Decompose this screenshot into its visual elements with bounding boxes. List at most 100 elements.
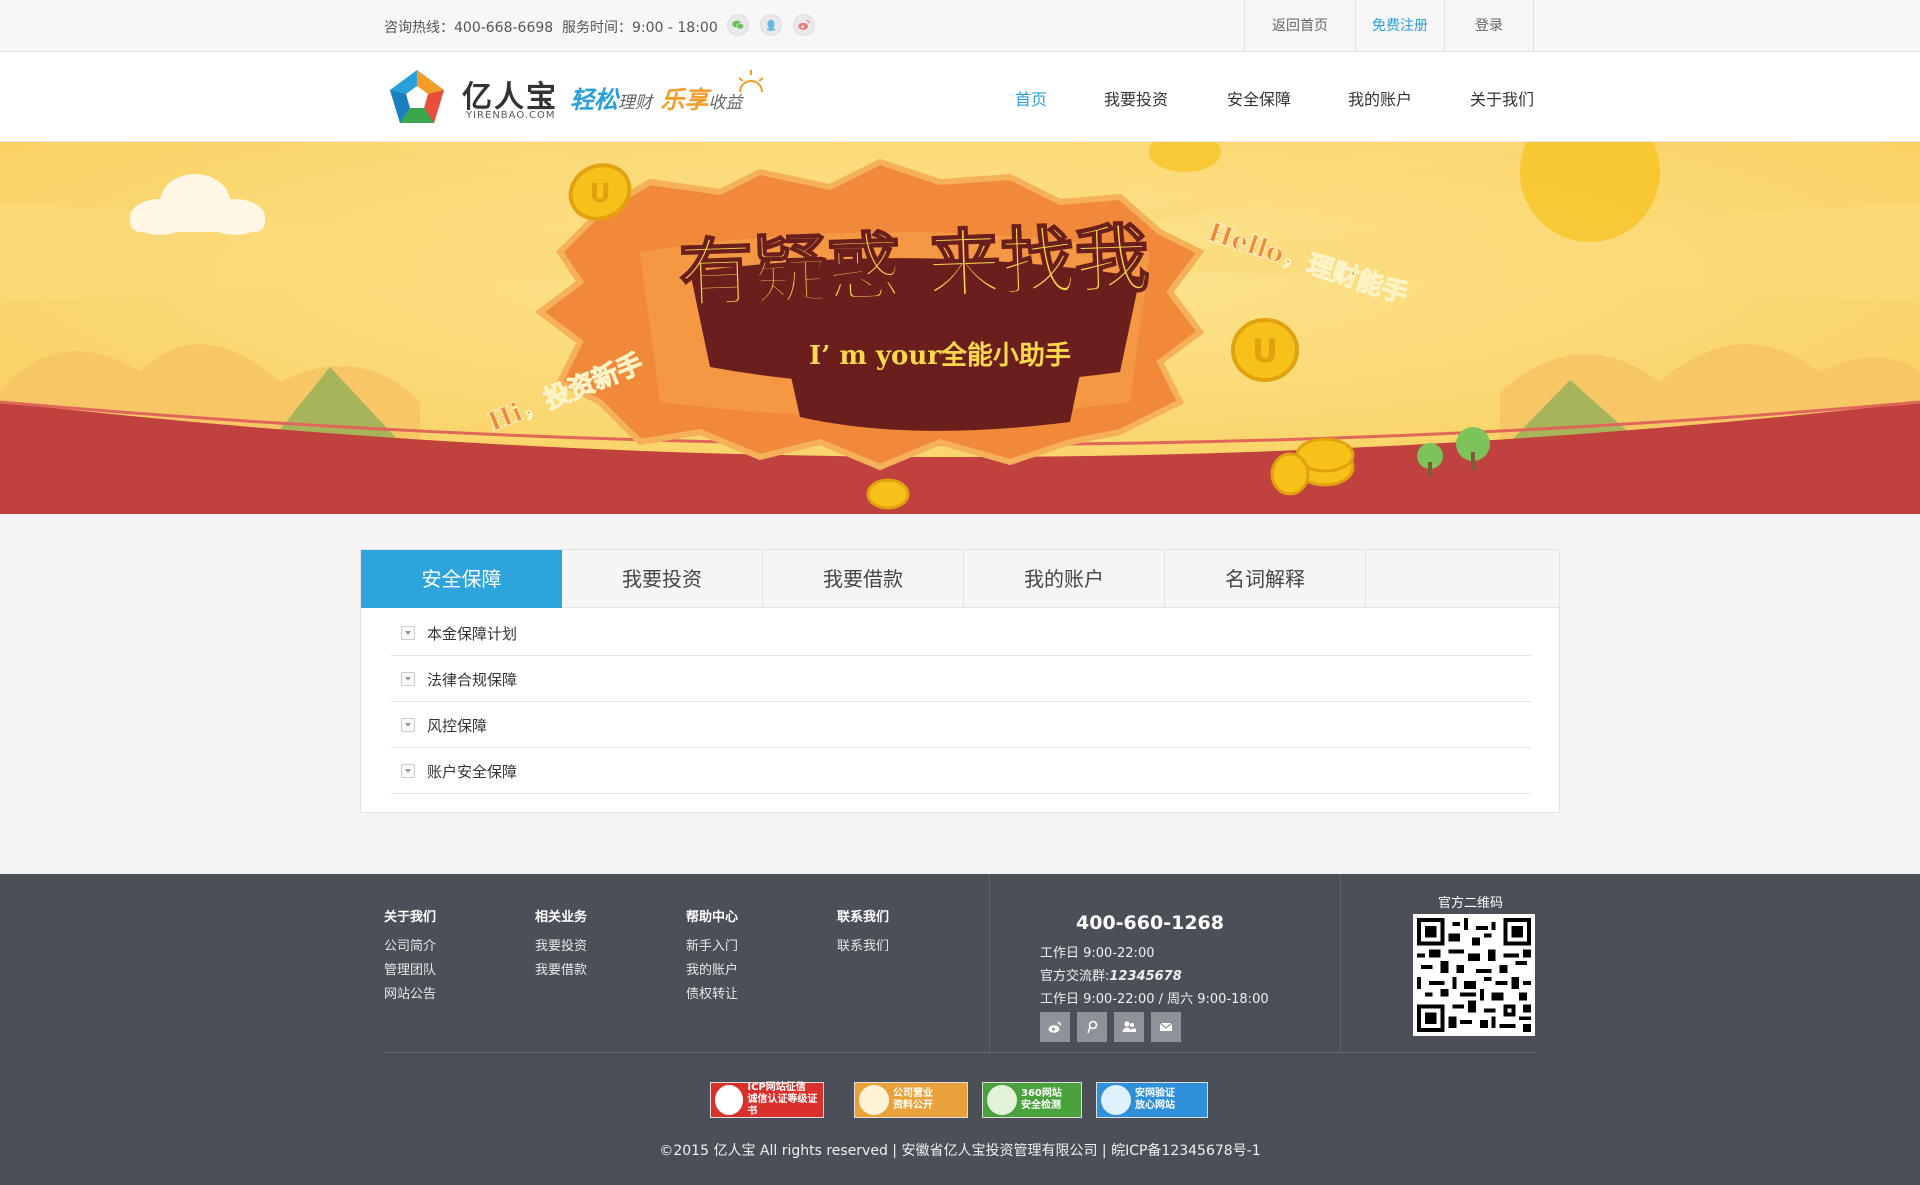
chevron-down-icon — [401, 764, 415, 778]
accordion-item-label: 账户安全保障 — [427, 763, 518, 781]
nav-account[interactable]: 我的账户 — [1348, 86, 1412, 110]
footer-link[interactable]: 我要投资 — [535, 935, 587, 959]
nav-about[interactable]: 关于我们 — [1470, 86, 1534, 110]
back-home-link[interactable]: 返回首页 — [1245, 0, 1356, 52]
badge-icp[interactable]: ICP网站征信 诚信认证等级证书 — [710, 1082, 824, 1118]
accordion-item-legal[interactable]: 法律合规保障 — [391, 656, 1531, 702]
footer-phone: 400-660-1268 — [1076, 912, 1224, 934]
svg-text:U: U — [589, 179, 610, 209]
footer-divider — [1340, 874, 1341, 1052]
sun-icon — [738, 70, 764, 93]
help-tabs: 安全保障 我要投资 我要借款 我的账户 名词解释 — [361, 550, 1559, 608]
slogan: 轻松理财 乐享收益 — [570, 80, 742, 115]
footer-link[interactable]: 新手入门 — [686, 935, 738, 959]
accordion-item-label: 本金保障计划 — [427, 625, 518, 643]
seal-icon — [715, 1085, 744, 1115]
site-header: 亿人宝 YIRENBAO.COM 轻松理财 乐享收益 首页 我要投资 安全保障 … — [0, 52, 1920, 142]
tencent-weibo-icon[interactable] — [1077, 1012, 1107, 1042]
footer-work-hours-full: 工作日 9:00-22:00 / 周六 9:00-18:00 — [1040, 992, 1269, 1007]
badge-line2: 安全检测 — [1021, 1100, 1061, 1111]
banner-illustration: 有疑惑 来找我 I’ m your全能小助手 Hi，投资新手 Hello，理财能… — [0, 142, 1920, 514]
footer-link[interactable]: 网站公告 — [384, 983, 436, 1007]
footer-col-title: 帮助中心 — [686, 910, 739, 925]
shield-icon — [1101, 1085, 1131, 1115]
accordion-item-label: 风控保障 — [427, 717, 488, 735]
nav-security[interactable]: 安全保障 — [1227, 86, 1291, 110]
tab-invest[interactable]: 我要投资 — [562, 550, 763, 608]
badge-line2: 放心网站 — [1135, 1100, 1175, 1111]
nav-invest[interactable]: 我要投资 — [1104, 86, 1168, 110]
magnifier-icon — [987, 1085, 1017, 1115]
footer-link[interactable]: 管理团队 — [384, 959, 436, 983]
footer-group-label: 官方交流群: — [1040, 969, 1110, 984]
tab-glossary[interactable]: 名词解释 — [1165, 550, 1366, 608]
footer-link[interactable]: 我要借款 — [535, 959, 587, 983]
chevron-down-icon — [401, 626, 415, 640]
qr-code — [1413, 914, 1535, 1036]
footer-col-title: 联系我们 — [837, 910, 890, 925]
qr-title: 官方二维码 — [1438, 896, 1504, 911]
badge-line1: 360网站 — [1021, 1088, 1062, 1099]
mail-icon[interactable] — [1151, 1012, 1181, 1042]
free-register-link[interactable]: 免费注册 — [1356, 0, 1445, 52]
footer-link[interactable]: 联系我们 — [837, 935, 889, 959]
svg-text:U: U — [1252, 332, 1278, 370]
footer-link[interactable]: 债权转让 — [686, 983, 738, 1007]
accordion-item-principal[interactable]: 本金保障计划 — [391, 610, 1531, 656]
footer-col-title: 相关业务 — [535, 910, 588, 925]
wechat-icon[interactable] — [727, 14, 749, 36]
footer-work-hours: 工作日 9:00-22:00 — [1040, 946, 1155, 961]
badge-business-info[interactable]: 公司营业 资料公开 — [854, 1082, 968, 1118]
qq-icon[interactable] — [760, 14, 782, 36]
footer-col-title: 关于我们 — [384, 910, 437, 925]
hotline-text: 咨询热线：400-668-6698 — [384, 20, 554, 36]
badge-line1: ICP网站征信 — [747, 1082, 806, 1093]
chevron-down-icon — [401, 718, 415, 732]
copyright: ©2015 亿人宝 All rights reserved | 安徽省亿人宝投资… — [659, 1143, 1261, 1159]
accordion-item-label: 法律合规保障 — [427, 671, 518, 689]
footer-col-about: 关于我们 公司简介 管理团队 网站公告 — [384, 906, 436, 1007]
badge-anwang[interactable]: 安网验证 放心网站 — [1096, 1082, 1208, 1118]
logo-icon[interactable] — [388, 68, 446, 126]
footer-link[interactable]: 公司简介 — [384, 935, 436, 959]
badge-icon — [859, 1085, 889, 1115]
tab-borrow[interactable]: 我要借款 — [763, 550, 964, 608]
top-links: 返回首页 免费注册 登录 — [1244, 0, 1534, 52]
footer-group: 官方交流群:12345678 — [1040, 965, 1182, 984]
badge-line1: 公司营业 — [893, 1088, 933, 1099]
banner-subline: I’ m your全能小助手 — [809, 340, 1071, 371]
logo-domain: YIRENBAO.COM — [466, 110, 556, 121]
nav-home[interactable]: 首页 — [1015, 86, 1047, 110]
service-hours-text: 服务时间：9:00 - 18:00 — [562, 20, 718, 36]
slogan-part-2: 理财 — [618, 93, 652, 113]
badge-line1: 安网验证 — [1135, 1088, 1175, 1099]
help-panel: 安全保障 我要投资 我要借款 我的账户 名词解释 本金保障计划 法律合规保障 风… — [360, 549, 1560, 813]
top-bar: 咨询热线：400-668-6698 服务时间：9:00 - 18:00 返回首页… — [0, 0, 1920, 52]
chevron-down-icon — [401, 672, 415, 686]
footer-link[interactable]: 我的账户 — [686, 959, 738, 983]
footer-col-contact: 联系我们 联系我们 — [837, 906, 889, 959]
users-icon[interactable] — [1114, 1012, 1144, 1042]
weibo-icon[interactable] — [793, 14, 815, 36]
accordion-item-risk[interactable]: 风控保障 — [391, 702, 1531, 748]
badge-line2: 诚信认证等级证书 — [747, 1094, 818, 1117]
footer-col-help: 帮助中心 新手入门 我的账户 债权转让 — [686, 906, 738, 1007]
weibo-icon[interactable] — [1040, 1012, 1070, 1042]
banner-headline: 有疑惑 来找我 — [678, 216, 1150, 318]
footer-hr — [384, 1052, 1536, 1053]
hero-banner: 有疑惑 来找我 I’ m your全能小助手 Hi，投资新手 Hello，理财能… — [0, 142, 1920, 514]
login-link[interactable]: 登录 — [1445, 0, 1534, 52]
badge-line2: 资料公开 — [893, 1100, 933, 1111]
footer-col-business: 相关业务 我要投资 我要借款 — [535, 906, 587, 983]
badge-360[interactable]: 360网站 安全检测 — [982, 1082, 1082, 1118]
site-footer: 关于我们 公司简介 管理团队 网站公告 相关业务 我要投资 我要借款 帮助中心 … — [0, 874, 1920, 1185]
accordion-item-account-security[interactable]: 账户安全保障 — [391, 748, 1531, 794]
coin-icon — [866, 478, 910, 510]
slogan-part-1: 轻松 — [570, 86, 618, 114]
slogan-part-3: 乐享 — [660, 86, 709, 114]
coin-icon: U — [1231, 318, 1299, 382]
footer-divider — [989, 874, 990, 1052]
tab-security[interactable]: 安全保障 — [361, 550, 562, 608]
footer-group-number: 12345678 — [1109, 969, 1182, 984]
tab-account[interactable]: 我的账户 — [964, 550, 1165, 608]
